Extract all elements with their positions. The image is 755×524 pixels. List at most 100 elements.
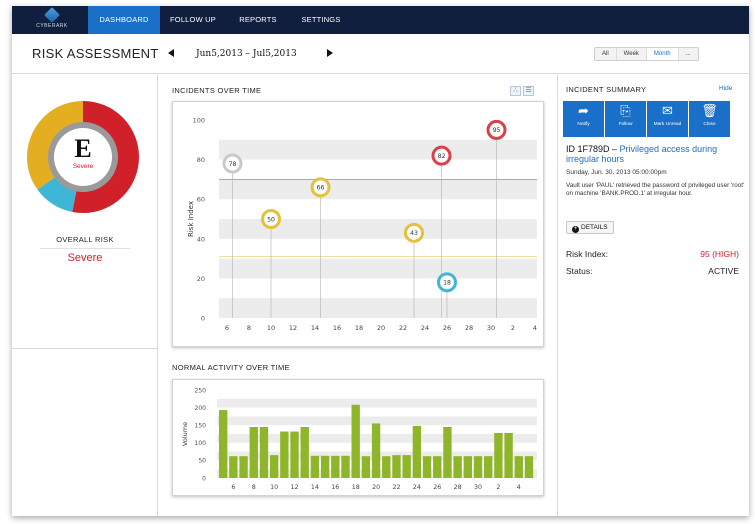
- y-tick-label: 150: [195, 423, 207, 430]
- y-axis-label: Volume: [181, 422, 189, 446]
- nav-tab-follow-up[interactable]: FOLLOW UP: [164, 6, 222, 34]
- overall-risk-label: OVERALL RISK: [56, 235, 114, 244]
- x-tick-label: 12: [291, 484, 299, 491]
- incident-actions: ➦ Notify ⎘ Follow ✉ Mark Unread 🗑 Close: [563, 101, 730, 137]
- risk-grade-badge: E Severe: [54, 128, 112, 186]
- status-value: ACTIVE: [708, 266, 739, 276]
- x-tick-label: 14: [311, 324, 319, 332]
- y-tick-label: 250: [195, 387, 207, 394]
- x-tick-label: 4: [517, 484, 521, 491]
- activity-bar: [524, 456, 534, 478]
- x-tick-label: 16: [333, 324, 341, 332]
- previous-range-arrow-icon[interactable]: [168, 49, 174, 57]
- list-view-icon[interactable]: ☰: [523, 86, 534, 96]
- notify-button[interactable]: ➦ Notify: [563, 101, 604, 137]
- incidents-chart-title: INCIDENTS OVER TIME: [172, 86, 262, 95]
- x-tick-label: 18: [352, 484, 360, 491]
- divider: [12, 348, 158, 349]
- y-tick-label: 0: [201, 315, 205, 323]
- activity-bar: [361, 456, 371, 478]
- y-tick-label: 100: [193, 117, 205, 125]
- activity-bar: [514, 456, 523, 478]
- logo-text: CYBERARK: [36, 23, 68, 29]
- incident-date: Sunday, Jun. 30, 2013 05:00:00pm: [566, 169, 667, 176]
- details-button[interactable]: + DETAILS: [566, 221, 614, 234]
- activity-bar: [269, 455, 279, 478]
- incident-point-label: 78: [229, 161, 237, 168]
- x-tick-label: 24: [421, 324, 429, 332]
- activity-bar: [259, 426, 269, 478]
- nav-tab-settings[interactable]: SETTINGS: [294, 6, 348, 34]
- activity-bar: [320, 455, 330, 478]
- follow-icon: ⎘: [620, 103, 631, 118]
- activity-chart: 0 50 100 150 200 250 Volume 6 8 10 12 14 16 18 20 22 24 2…: [172, 379, 544, 496]
- activity-bar: [300, 426, 309, 478]
- mark-unread-button[interactable]: ✉ Mark Unread: [647, 101, 688, 137]
- grid-band: [219, 179, 537, 200]
- scatter-view-icon[interactable]: ∴: [510, 86, 521, 96]
- date-range: Jun5,2013 – Jul5,2013: [196, 49, 297, 59]
- incident-point-label: 18: [443, 280, 451, 287]
- incident-id: ID 1F789D –: [566, 144, 618, 154]
- activity-bar: [504, 432, 513, 478]
- x-tick-label: 16: [331, 484, 339, 491]
- nav-tab-reports[interactable]: REPORTS: [234, 6, 282, 34]
- incident-summary-title: INCIDENT SUMMARY: [566, 85, 647, 94]
- period-all-button[interactable]: All: [595, 48, 616, 60]
- close-label: Close: [703, 122, 716, 127]
- incident-heading: ID 1F789D – Privileged access during irr…: [566, 144, 746, 164]
- y-tick-label: 0: [202, 475, 206, 482]
- activity-bar: [484, 456, 493, 478]
- x-tick-label: 8: [252, 484, 256, 491]
- period-month-button[interactable]: Month: [645, 48, 678, 60]
- x-tick-label: 28: [465, 324, 473, 332]
- x-tick-label: 10: [270, 484, 278, 491]
- x-tick-label: 30: [487, 324, 495, 332]
- plus-icon: +: [572, 226, 579, 233]
- page-header: RISK ASSESSMENT Jun5,2013 – Jul5,2013 Al…: [12, 34, 749, 74]
- y-tick-label: 40: [197, 235, 205, 243]
- x-tick-label: 26: [433, 484, 441, 491]
- x-tick-label: 22: [399, 324, 407, 332]
- incident-point-label: 43: [410, 230, 418, 237]
- activity-bar: [453, 456, 462, 478]
- activity-bar: [402, 455, 411, 478]
- close-incident-button[interactable]: 🗑 Close: [689, 101, 730, 137]
- activity-bar: [351, 404, 360, 478]
- trash-icon: 🗑: [701, 103, 718, 118]
- details-label: DETAILS: [581, 224, 608, 231]
- activity-bar: [433, 456, 442, 478]
- x-tick-label: 12: [289, 324, 297, 332]
- y-tick-label: 60: [197, 196, 205, 204]
- x-tick-label: 6: [231, 484, 235, 491]
- cyberark-logo[interactable]: CYBERARK: [32, 7, 72, 32]
- grid-band: [219, 298, 537, 318]
- follow-button[interactable]: ⎘ Follow: [605, 101, 646, 137]
- period-selector: All Week Month ...: [594, 47, 699, 61]
- activity-bar: [443, 426, 452, 478]
- activity-bar: [219, 410, 228, 478]
- activity-bar: [371, 423, 381, 478]
- chart-view-toggle: ∴ ☰: [510, 86, 534, 96]
- overall-risk-value: Severe: [67, 252, 103, 264]
- activity-bar: [331, 455, 340, 478]
- mark-unread-label: Mark Unread: [653, 122, 682, 127]
- activity-bar: [412, 425, 422, 478]
- period-week-button[interactable]: Week: [615, 48, 646, 60]
- next-range-arrow-icon[interactable]: [327, 49, 333, 57]
- risk-donut-chart: E Severe: [26, 100, 140, 214]
- x-tick-label: 26: [443, 324, 451, 332]
- grid-band: [219, 139, 537, 160]
- hide-summary-link[interactable]: Hide: [719, 85, 732, 92]
- activity-bar: [494, 432, 503, 478]
- activity-bar: [290, 431, 299, 478]
- x-tick-label: 28: [454, 484, 462, 491]
- nav-tab-dashboard[interactable]: DASHBOARD: [88, 6, 160, 34]
- activity-bar: [341, 455, 350, 478]
- x-tick-label: 20: [372, 484, 380, 491]
- period-more-button[interactable]: ...: [677, 48, 698, 60]
- y-axis-label: Risk Index: [187, 201, 195, 237]
- share-icon: ➦: [578, 103, 589, 118]
- logo-mark-icon: [44, 7, 60, 23]
- x-tick-label: 30: [474, 484, 482, 491]
